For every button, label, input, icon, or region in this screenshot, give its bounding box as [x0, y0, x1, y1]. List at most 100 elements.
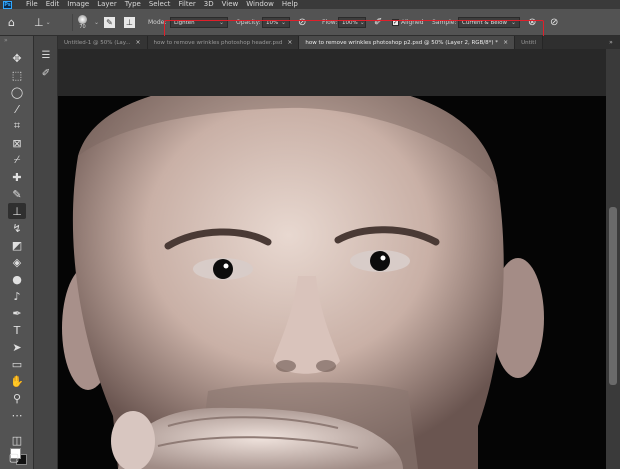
home-button[interactable]: ⌂ — [8, 9, 15, 36]
eraser-tool-icon[interactable]: ◩ — [8, 237, 26, 253]
menu-layer[interactable]: Layer — [97, 0, 117, 9]
lasso-tool-icon[interactable]: ◯ — [8, 84, 26, 100]
scrollbar-thumb[interactable] — [609, 207, 617, 385]
panel-collapse-icon[interactable]: » — [0, 36, 33, 46]
tab-label: how to remove wrinkles photoshop p2.psd … — [305, 39, 499, 46]
brush-size: 70 — [79, 24, 86, 30]
hand-tool-icon[interactable]: ✋ — [8, 373, 26, 389]
brush-tip-icon — [78, 15, 87, 24]
crop-tool-icon[interactable]: ⌗ — [8, 118, 26, 134]
clone-source-icon: ⊥ — [124, 17, 135, 28]
tool-preset-picker[interactable]: ⊥ ⌄ — [34, 9, 51, 36]
zoom-tool-icon[interactable]: ⚲ — [8, 390, 26, 406]
menu-image[interactable]: Image — [67, 0, 89, 9]
sample-select[interactable]: Current & Below ⌄ — [458, 17, 520, 28]
menu-help[interactable]: Help — [282, 0, 298, 9]
brush-tool-icon[interactable]: ✎ — [8, 186, 26, 202]
mode-select[interactable]: Lighten ⌄ — [170, 17, 228, 28]
flow-input[interactable]: 100% ⌄ — [338, 17, 366, 28]
flow-label: Flow: — [322, 19, 338, 26]
clone-source-panel-icon[interactable]: ✐ — [38, 66, 54, 80]
menu-view[interactable]: View — [222, 0, 239, 9]
chevron-down-icon: ⌄ — [218, 19, 224, 26]
chevron-down-icon: ⌄ — [359, 19, 365, 26]
menu-window[interactable]: Window — [246, 0, 274, 9]
menu-file[interactable]: File — [26, 0, 38, 9]
pressure-size-button[interactable]: ⊘ — [550, 9, 558, 36]
pen-tool-icon[interactable]: ✒ — [8, 305, 26, 321]
menu-edit[interactable]: Edit — [46, 0, 60, 9]
screen-mode-icon[interactable]: ▢ — [5, 449, 23, 465]
menu-type[interactable]: Type — [125, 0, 141, 9]
frame-tool-icon[interactable]: ⊠ — [8, 135, 26, 151]
history-brush-tool-icon[interactable]: ↯ — [8, 220, 26, 236]
sample-label: Sample: — [432, 19, 457, 26]
tab-untitled-1[interactable]: Untitled-1 @ 50% (Lay... × — [58, 36, 148, 49]
quick-select-tool-icon[interactable]: ⁄ — [8, 101, 26, 117]
canvas-area[interactable] — [58, 49, 606, 469]
ignore-adjustment-layers-button[interactable]: ⊗ — [528, 9, 536, 36]
clone-stamp-icon: ⊥ — [34, 16, 44, 29]
flow-value: 100% — [342, 19, 358, 26]
close-icon[interactable]: × — [503, 39, 508, 46]
options-bar: ⌂ ⊥ ⌄ 70 ⌄ ✎ ⊥ Mode: Lighten ⌄ Opacity: 10… — [0, 9, 620, 42]
tools-panel: » ✥ ⬚ ◯ ⁄ ⌗ ⊠ ⌿ ✚ ✎ ⊥ ↯ ◩ ◈ ● ♪ ✒ T ➤ ▭ … — [0, 36, 34, 469]
move-tool-icon[interactable]: ✥ — [8, 50, 26, 66]
adjustment-layer-icon: ⊗ — [528, 17, 537, 28]
tab-overflow-icon[interactable]: » — [602, 36, 620, 49]
chevron-down-icon: ⌄ — [280, 19, 286, 26]
brush-preset-picker[interactable]: 70 — [78, 9, 87, 36]
divider — [72, 14, 73, 31]
opacity-value: 10% — [266, 19, 279, 26]
tab-label: Untitled-1 @ 50% (Lay... — [64, 39, 131, 46]
tab-header-psd[interactable]: how to remove wrinkles photoshop header.… — [147, 36, 300, 49]
document-image[interactable] — [58, 96, 606, 469]
menu-filter[interactable]: Filter — [178, 0, 195, 9]
toggle-clone-source-button[interactable]: ⊥ — [124, 9, 135, 36]
dodge-tool-icon[interactable]: ♪ — [8, 288, 26, 304]
brush-settings-panel-icon[interactable]: ☰ — [38, 48, 54, 62]
vertical-scrollbar[interactable] — [606, 49, 620, 469]
aligned-label: Aligned — [401, 19, 424, 26]
type-tool-icon[interactable]: T — [8, 322, 26, 338]
tab-label: how to remove wrinkles photoshop header.… — [153, 39, 283, 46]
photoshop-logo-icon: Ps — [3, 0, 12, 9]
marquee-tool-icon[interactable]: ⬚ — [8, 67, 26, 83]
airbrush-icon: ✐ — [374, 17, 383, 28]
airbrush-button[interactable]: ✐ — [374, 9, 382, 36]
pen-pressure-icon: ⊘ — [298, 17, 307, 28]
path-select-tool-icon[interactable]: ➤ — [8, 339, 26, 355]
checkmark-icon: ✓ — [392, 19, 399, 26]
menu-select[interactable]: Select — [149, 0, 171, 9]
mode-value: Lighten — [174, 19, 195, 26]
tab-untitled[interactable]: Untitl — [515, 36, 543, 49]
portrait-photo — [58, 96, 606, 469]
sample-value: Current & Below — [462, 19, 507, 26]
brush-settings-icon: ✎ — [104, 17, 115, 28]
tab-label: Untitl — [521, 39, 536, 46]
healing-brush-tool-icon[interactable]: ✚ — [8, 169, 26, 185]
aligned-checkbox[interactable]: ✓ Aligned — [392, 9, 424, 36]
opacity-label: Opacity: — [236, 19, 261, 26]
blur-tool-icon[interactable]: ● — [8, 271, 26, 287]
quick-mask-icon[interactable]: ◫ — [8, 432, 26, 448]
clone-stamp-tool-icon[interactable]: ⊥ — [8, 203, 26, 219]
home-icon: ⌂ — [8, 16, 15, 29]
menu-bar: Ps File Edit Image Layer Type Select Fil… — [0, 0, 620, 9]
chevron-down-icon: ⌄ — [510, 19, 516, 26]
close-icon[interactable]: × — [136, 39, 141, 46]
paint-bucket-tool-icon[interactable]: ◈ — [8, 254, 26, 270]
rectangle-tool-icon[interactable]: ▭ — [8, 356, 26, 372]
chevron-down-icon: ⌄ — [45, 19, 51, 26]
opacity-input[interactable]: 10% ⌄ — [262, 17, 290, 28]
document-tabs: Untitled-1 @ 50% (Lay... × how to remove… — [58, 36, 620, 49]
pen-pressure-size-icon: ⊘ — [550, 17, 559, 28]
pressure-opacity-button[interactable]: ⊘ — [298, 9, 306, 36]
chevron-down-icon[interactable]: ⌄ — [94, 19, 99, 26]
toggle-brush-settings-button[interactable]: ✎ — [104, 9, 115, 36]
tab-p2-psd[interactable]: how to remove wrinkles photoshop p2.psd … — [299, 36, 516, 49]
close-icon[interactable]: × — [287, 39, 292, 46]
eyedropper-tool-icon[interactable]: ⌿ — [8, 152, 26, 168]
more-tools-icon[interactable]: ⋯ — [8, 407, 26, 423]
menu-3d[interactable]: 3D — [204, 0, 214, 9]
